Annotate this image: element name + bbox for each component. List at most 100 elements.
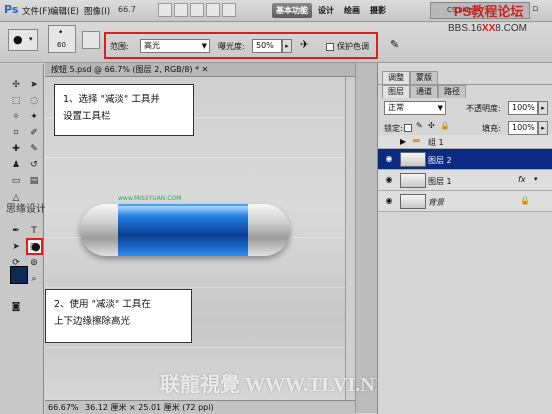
photoshop-logo: Ps xyxy=(4,3,19,16)
tab-adjustments[interactable]: 调整 xyxy=(382,71,410,84)
quick-select-tool-icon[interactable]: ✧ xyxy=(8,110,24,124)
exposure-input[interactable]: 50% xyxy=(252,39,282,53)
layer-row[interactable]: ◉ 图层 1 fx ▾ xyxy=(378,170,552,191)
eye-icon[interactable]: ◉ xyxy=(384,175,394,185)
watermark-url-part2: XX xyxy=(481,23,496,34)
workspace-paint[interactable]: 绘画 xyxy=(344,5,360,16)
quick-mask-icon[interactable]: ◙ xyxy=(8,300,24,314)
workspace-essentials-button[interactable]: 基本功能 xyxy=(272,3,312,18)
status-bar: 66.67% 36.12 厘米 × 25.01 厘米 (72 ppi) xyxy=(45,400,355,414)
lock-transparency-icon[interactable] xyxy=(404,124,412,132)
gradient-tool-icon[interactable]: ▤ xyxy=(26,174,42,188)
lasso-tool-icon[interactable]: ◌ xyxy=(26,94,42,108)
callout-step-2-line1: 2、使用 "减淡" 工具在 xyxy=(54,299,151,310)
brush-tip-icon: • xyxy=(58,28,64,38)
range-select-value: 高光 xyxy=(144,41,160,50)
screen-mode-icon[interactable] xyxy=(222,3,236,17)
right-panel-dock: 调整 蒙版 图层 通道 路径 正常 ▼ 不透明度: 100% ▸ 锁定: ✎ ✣… xyxy=(377,63,552,414)
pen-tool-icon[interactable]: ✒ xyxy=(8,224,24,238)
opacity-input[interactable]: 100% xyxy=(508,101,538,115)
brush-panel-toggle-icon[interactable] xyxy=(82,31,100,49)
layer-row-background[interactable]: ◉ 背景 🔒 xyxy=(378,191,552,212)
chevron-down-icon: ▾ xyxy=(29,35,33,43)
3d-camera-tool-icon[interactable]: ⊚ xyxy=(26,256,42,270)
opacity-slider-button[interactable]: ▸ xyxy=(538,101,548,115)
eye-icon[interactable]: ◉ xyxy=(384,196,394,206)
workspace-design[interactable]: 设计 xyxy=(318,5,334,16)
watermark-url-part3: 8.COM xyxy=(495,23,527,34)
blend-mode-select[interactable]: 正常 ▼ xyxy=(384,101,446,115)
zoom-level[interactable]: 66.7 xyxy=(118,5,136,14)
clone-stamp-tool-icon[interactable]: ♟ xyxy=(8,158,24,172)
layer-name: 背景 xyxy=(428,198,444,207)
tab-layers[interactable]: 图层 xyxy=(382,85,410,98)
watermark-top: PS教程论坛 xyxy=(454,4,524,19)
crop-tool-icon[interactable]: ⌗ xyxy=(8,126,24,140)
lock-all-icon[interactable]: 🔒 xyxy=(440,121,450,130)
eyedropper-tool-icon[interactable]: ✐ xyxy=(26,126,42,140)
path-select-tool-icon[interactable]: ➤ xyxy=(8,240,24,254)
range-label: 范围: xyxy=(110,42,129,51)
layer-name: 组 1 xyxy=(428,138,444,147)
callout-step-2: 2、使用 "减淡" 工具在 上下边缘擦除高光 xyxy=(45,289,192,343)
exposure-slider-button[interactable]: ▸ xyxy=(282,39,292,53)
layer-effects-badge[interactable]: fx xyxy=(518,175,526,184)
layer-thumbnail xyxy=(400,152,426,167)
tab-masks[interactable]: 蒙版 xyxy=(410,71,438,84)
foreground-color-swatch[interactable] xyxy=(10,266,28,284)
marquee-tool-icon[interactable]: ⬚ xyxy=(8,94,24,108)
menu-file[interactable]: 文件(F) xyxy=(22,5,51,17)
spot-healing-tool-icon[interactable]: ✚ xyxy=(8,142,24,156)
chevron-down-icon[interactable]: ▾ xyxy=(534,175,538,183)
zoom-tool-icon[interactable]: ⌕ xyxy=(26,272,42,286)
move-arrow-icon[interactable]: ➤ xyxy=(26,78,42,92)
vertical-scrollbar[interactable] xyxy=(345,77,355,400)
rotate-view-icon[interactable] xyxy=(190,3,204,17)
fill-label: 填充: xyxy=(482,124,501,133)
history-brush-tool-icon[interactable]: ↺ xyxy=(26,158,42,172)
brush-tool-icon[interactable]: ✎ xyxy=(26,142,42,156)
shape-tool-icon[interactable]: ▢ xyxy=(26,240,42,254)
fill-input[interactable]: 100% xyxy=(508,121,538,135)
tool-preset-picker[interactable]: ● ▾ xyxy=(8,29,38,51)
visibility-off-icon[interactable] xyxy=(384,137,394,147)
document-tab[interactable]: 按钮 5.psd @ 66.7% (图层 2, RGB/8) * ✕ xyxy=(45,63,375,77)
expand-triangle-icon[interactable]: ▶ xyxy=(400,137,406,146)
layer-row-selected[interactable]: ◉ 图层 2 xyxy=(378,149,552,170)
texture-line xyxy=(45,347,345,348)
airbrush-icon[interactable]: ✈ xyxy=(300,38,309,51)
window-controls-icon[interactable]: ▫ xyxy=(532,4,541,15)
protect-tones-checkbox[interactable] xyxy=(326,43,334,51)
magic-wand-icon[interactable]: ✦ xyxy=(26,110,42,124)
status-zoom[interactable]: 66.67% xyxy=(48,401,79,414)
eye-icon[interactable]: ◉ xyxy=(384,154,394,164)
callout-step-2-line2: 上下边缘擦除高光 xyxy=(54,316,131,327)
callout-step-1-line2: 设置工具栏 xyxy=(63,111,111,122)
tab-channels[interactable]: 通道 xyxy=(410,85,438,98)
adjust-tabs: 调整 蒙版 xyxy=(382,71,438,84)
workspace-photo[interactable]: 摄影 xyxy=(370,5,386,16)
fill-slider-button[interactable]: ▸ xyxy=(538,121,548,135)
arrange-icon[interactable] xyxy=(206,3,220,17)
zoom-icon[interactable] xyxy=(174,3,188,17)
opacity-label: 不透明度: xyxy=(466,104,501,113)
range-select[interactable]: 高光 ▼ xyxy=(140,39,210,53)
collapsed-panel-strip xyxy=(355,63,377,413)
move-tool-icon[interactable]: ✣ xyxy=(8,78,24,92)
texture-line xyxy=(45,157,345,158)
watermark-bottom: 联龍視覺 WWW.TLVI.NET xyxy=(160,374,402,396)
tools-panel: ✣ ➤ ⬚ ◌ ✧ ✦ ⌗ ✐ ✚ ✎ ♟ ↺ ▭ ▤ △ ● ✒ T ➤ ▢ … xyxy=(0,64,44,414)
eraser-tool-icon[interactable]: ▭ xyxy=(8,174,24,188)
brush-picker[interactable]: • 60 xyxy=(48,25,76,53)
tab-paths[interactable]: 路径 xyxy=(438,85,466,98)
lock-icon: 🔒 xyxy=(520,196,530,205)
pressure-size-icon[interactable]: ✎ xyxy=(390,38,399,51)
lock-position-icon[interactable]: ✣ xyxy=(428,121,435,130)
type-tool-icon[interactable]: T xyxy=(26,224,42,238)
hand-icon[interactable] xyxy=(158,3,172,17)
lock-pixels-icon[interactable]: ✎ xyxy=(416,121,423,130)
layer-row-group[interactable]: ▶ ▬ 组 1 xyxy=(378,135,552,149)
menu-image[interactable]: 图像(I) xyxy=(84,5,110,17)
callout-step-1: 1、选择 "减淡" 工具并 设置工具栏 xyxy=(54,84,194,136)
menu-edit[interactable]: 编辑(E) xyxy=(50,5,79,17)
